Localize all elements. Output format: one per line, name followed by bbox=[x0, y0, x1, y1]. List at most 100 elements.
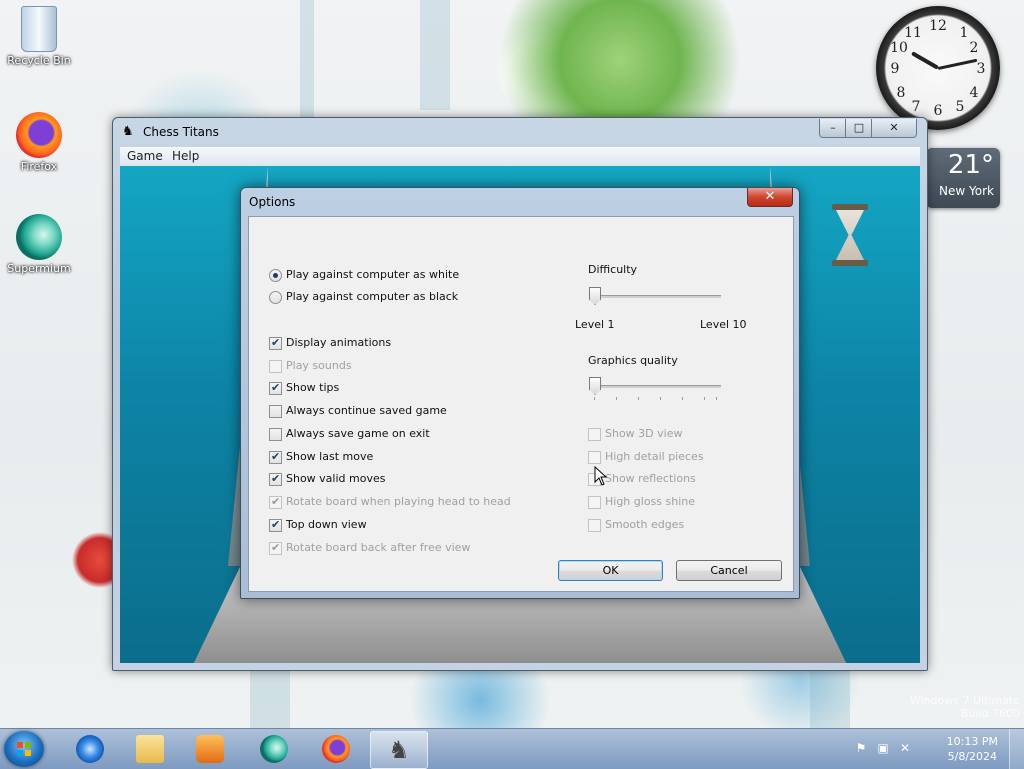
desktop: Recycle Bin Firefox Supermium Windows 7 … bbox=[0, 0, 1024, 728]
wallpaper-stripe bbox=[810, 668, 850, 728]
radio-button[interactable] bbox=[269, 269, 282, 282]
checkbox bbox=[588, 451, 601, 464]
folder-icon bbox=[136, 735, 164, 763]
checkbox[interactable] bbox=[269, 380, 282, 396]
desktop-icon-recycle-bin[interactable]: Recycle Bin bbox=[3, 6, 75, 67]
chess-titlebar[interactable]: ♞ Chess Titans – □ ✕ bbox=[113, 118, 927, 146]
checkbox-label: Rotate board when playing head to head bbox=[286, 495, 511, 508]
checkbox-label: Display animations bbox=[286, 336, 392, 349]
options-content: Play against computer as white Play agai… bbox=[248, 216, 794, 592]
menu-help[interactable]: Help bbox=[172, 149, 199, 163]
firefox-icon bbox=[322, 735, 350, 763]
media-player-icon bbox=[196, 735, 224, 763]
checkbox[interactable] bbox=[269, 517, 282, 533]
volume-muted-icon[interactable]: ✕ bbox=[898, 741, 912, 755]
checkbox bbox=[588, 428, 601, 441]
checkbox-label: Always continue saved game bbox=[286, 404, 447, 417]
checkbox bbox=[269, 540, 282, 556]
weather-city: New York bbox=[939, 184, 994, 198]
supermium-icon bbox=[260, 735, 288, 763]
windows-watermark: Windows 7 Ultimate Build 7600 bbox=[910, 694, 1020, 720]
slider-tick bbox=[682, 397, 683, 400]
weather-temperature: 21° bbox=[947, 150, 994, 180]
dialog-close-button[interactable]: ✕ bbox=[747, 188, 793, 207]
checkbox bbox=[588, 496, 601, 509]
close-button[interactable]: ✕ bbox=[871, 119, 917, 138]
supermium-icon bbox=[16, 214, 62, 260]
show-desktop-button[interactable] bbox=[1009, 729, 1024, 769]
checkbox-label: Always save game on exit bbox=[286, 427, 430, 440]
checkbox bbox=[269, 494, 282, 510]
slider-track bbox=[589, 385, 721, 388]
chess-knight-icon: ♞ bbox=[388, 736, 410, 764]
cancel-button[interactable]: Cancel bbox=[676, 560, 782, 581]
wallpaper-stripe bbox=[250, 668, 290, 728]
menu-bar: Game Help bbox=[120, 147, 920, 167]
clock-gadget[interactable]: 12 1 2 3 4 5 6 7 8 9 10 11 bbox=[876, 6, 1000, 130]
weather-gadget[interactable]: 21° New York bbox=[926, 148, 1000, 208]
slider-tick bbox=[660, 397, 661, 400]
desktop-icon-label: Supermium bbox=[7, 262, 71, 275]
slider-tick bbox=[638, 397, 639, 400]
taskbar-item-windows-explorer[interactable] bbox=[122, 731, 178, 767]
slider-thumb[interactable] bbox=[589, 377, 601, 395]
system-tray: ⚑ ▣ ✕ 10:13 PM 5/8/2024 bbox=[854, 729, 1024, 769]
slider-tick bbox=[704, 397, 705, 400]
ie-icon bbox=[76, 735, 104, 763]
hourglass-icon bbox=[832, 204, 868, 266]
radio-button[interactable] bbox=[269, 291, 282, 304]
taskbar-item-supermium[interactable] bbox=[246, 731, 302, 767]
maximize-button[interactable]: □ bbox=[845, 119, 873, 138]
checkbox[interactable] bbox=[269, 428, 282, 441]
wallpaper-stripe bbox=[420, 0, 450, 110]
checkbox-label: High gloss shine bbox=[605, 495, 696, 508]
options-dialog[interactable]: Options ✕ Play against computer as white… bbox=[240, 187, 800, 599]
taskbar: ♞ ⚑ ▣ ✕ 10:13 PM 5/8/2024 bbox=[0, 728, 1024, 769]
clock-number: 6 bbox=[933, 103, 943, 119]
graphics-quality-label: Graphics quality bbox=[588, 354, 678, 367]
desktop-icon-label: Firefox bbox=[20, 160, 58, 173]
ok-button[interactable]: OK bbox=[558, 560, 663, 581]
network-icon[interactable]: ▣ bbox=[876, 741, 890, 755]
taskbar-item-media-player[interactable] bbox=[182, 731, 238, 767]
windows-logo-icon bbox=[17, 742, 31, 756]
checkbox[interactable] bbox=[269, 471, 282, 487]
checkbox-label: Show valid moves bbox=[286, 472, 386, 485]
recycle-bin-icon bbox=[21, 6, 57, 52]
taskbar-item-internet-explorer[interactable] bbox=[62, 731, 118, 767]
checkbox[interactable] bbox=[269, 405, 282, 418]
start-button[interactable] bbox=[4, 731, 44, 767]
difficulty-max-label: Level 10 bbox=[700, 318, 747, 331]
taskbar-item-firefox[interactable] bbox=[308, 731, 364, 767]
taskbar-clock[interactable]: 10:13 PM 5/8/2024 bbox=[947, 734, 998, 764]
checkbox bbox=[269, 360, 282, 373]
graphics-quality-slider[interactable] bbox=[589, 377, 721, 401]
watermark-line1: Windows 7 Ultimate bbox=[909, 694, 1020, 707]
desktop-icon-firefox[interactable]: Firefox bbox=[3, 112, 75, 173]
clock-number: 3 bbox=[976, 61, 986, 77]
slider-thumb[interactable] bbox=[589, 287, 601, 305]
slider-tick bbox=[716, 397, 717, 400]
mouse-cursor-icon bbox=[594, 466, 608, 486]
menu-game[interactable]: Game bbox=[127, 149, 163, 163]
clock-number: 9 bbox=[890, 61, 900, 77]
radio-label: Play against computer as black bbox=[286, 290, 459, 303]
minimize-button[interactable]: – bbox=[819, 119, 847, 138]
checkbox[interactable] bbox=[269, 449, 282, 465]
desktop-icon-supermium[interactable]: Supermium bbox=[3, 214, 75, 275]
window-title: Chess Titans bbox=[143, 125, 219, 139]
checkbox-label: Rotate board back after free view bbox=[286, 541, 471, 554]
action-center-flag-icon[interactable]: ⚑ bbox=[854, 741, 868, 755]
clock-number: 10 bbox=[890, 40, 908, 56]
checkbox-label: Show tips bbox=[286, 381, 340, 394]
dialog-title: Options bbox=[249, 195, 296, 209]
firefox-icon bbox=[16, 112, 62, 158]
checkbox[interactable] bbox=[269, 335, 282, 351]
taskbar-time: 10:13 PM bbox=[946, 735, 998, 748]
difficulty-slider[interactable] bbox=[589, 287, 721, 311]
checkbox-label: Show reflections bbox=[605, 472, 696, 485]
checkbox-label: High detail pieces bbox=[605, 450, 704, 463]
clock-number: 2 bbox=[969, 40, 979, 56]
chess-knight-icon: ♞ bbox=[122, 124, 134, 139]
taskbar-item-chess-titans[interactable]: ♞ bbox=[370, 731, 428, 769]
